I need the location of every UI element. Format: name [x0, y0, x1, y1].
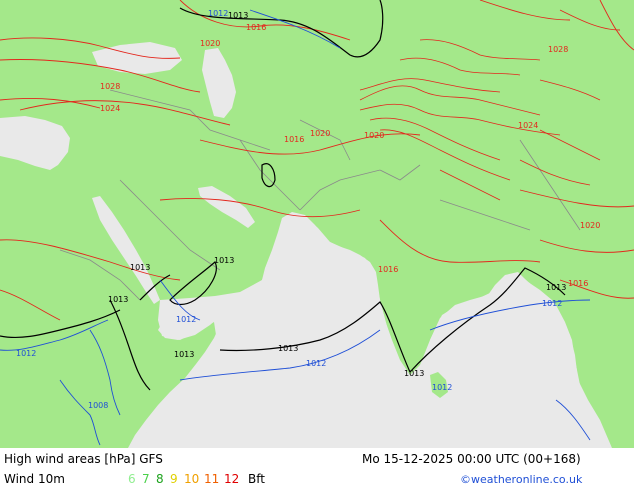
isobar-label: 1012 — [306, 359, 326, 368]
isobar-label: 1013 — [278, 344, 298, 353]
isobar-label: 1013 — [130, 263, 150, 272]
isobar-label: 1008 — [88, 401, 108, 410]
isobar-label: 1016 — [378, 265, 398, 274]
map-title: High wind areas [hPa] GFS — [4, 452, 163, 466]
isobar-label: 1013 — [546, 283, 566, 292]
isobar-label: 1020 — [200, 39, 220, 48]
bft-value-9: 9 — [170, 472, 178, 486]
weather-map: 1012 1013 1016 1020 1024 1028 1020 1016 … — [0, 0, 634, 448]
isobar-label: 1016 — [284, 135, 304, 144]
isobar-label: 1016 — [246, 23, 266, 32]
bft-value-12: 12 — [224, 472, 240, 486]
isobar-label: 1020 — [580, 221, 600, 230]
isobar-label: 1013 — [174, 350, 194, 359]
credit-link[interactable]: ©weatheronline.co.uk — [460, 473, 582, 486]
isobar-label: 1016 — [568, 279, 588, 288]
forecast-datetime: Mo 15-12-2025 00:00 UTC (00+168) — [362, 452, 581, 466]
isobar-label: 1013 — [228, 11, 248, 20]
isobar-label: 1013 — [404, 369, 424, 378]
isobar-label: 1024 — [518, 121, 538, 130]
isobar-label: 1012 — [432, 383, 452, 392]
bft-unit: Bft — [248, 472, 265, 486]
bft-value-8: 8 — [156, 472, 164, 486]
isobar-label: 1020 — [364, 131, 384, 140]
wind-label: Wind 10m — [4, 472, 65, 486]
map-footer: High wind areas [hPa] GFS Mo 15-12-2025 … — [0, 448, 634, 490]
map-canvas: 1012 1013 1016 1020 1024 1028 1020 1016 … — [0, 0, 634, 448]
isobar-label: 1013 — [214, 256, 234, 265]
isobar-label: 1013 — [108, 295, 128, 304]
isobar-label: 1012 — [542, 299, 562, 308]
bft-value-11: 11 — [204, 472, 220, 486]
isobar-label: 1012 — [208, 9, 228, 18]
bft-value-6: 6 — [128, 472, 136, 486]
isobar-label: 1028 — [548, 45, 568, 54]
isobar-label: 1020 — [310, 129, 330, 138]
bft-value-7: 7 — [142, 472, 150, 486]
bft-value-10: 10 — [184, 472, 200, 486]
isobar-label: 1024 — [100, 104, 120, 113]
isobar-label: 1012 — [176, 315, 196, 324]
isobar-label: 1028 — [100, 82, 120, 91]
isobar-label: 1012 — [16, 349, 36, 358]
